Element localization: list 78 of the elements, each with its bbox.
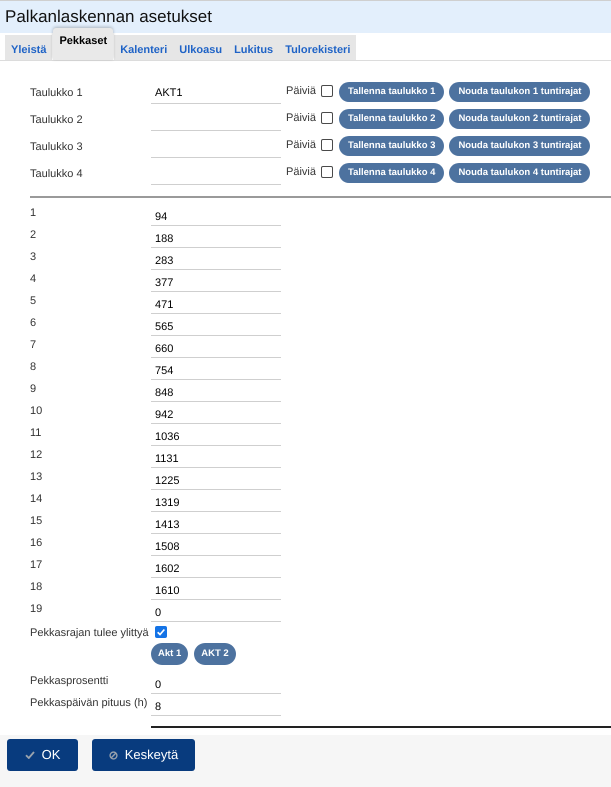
text-field[interactable]: AKT1 — [151, 82, 281, 104]
field-label: 4 — [30, 272, 38, 287]
pill-button[interactable]: AKT 2 — [194, 643, 236, 665]
checkbox-label: Päiviä — [286, 111, 316, 126]
load-button[interactable]: Nouda taulukon 2 tuntirajat — [449, 109, 590, 129]
field-label: 9 — [30, 382, 38, 397]
save-button[interactable]: Tallenna taulukko 3 — [338, 136, 444, 156]
text-field[interactable]: 8 — [151, 694, 281, 716]
text-field[interactable]: 1131 — [151, 446, 281, 468]
field-label: Pekkasprosentti — [30, 674, 110, 689]
field-label: 2 — [30, 228, 38, 243]
text-field[interactable]: 1225 — [151, 468, 281, 490]
checkbox[interactable] — [155, 626, 167, 638]
text-field[interactable]: 1508 — [151, 534, 281, 556]
tab[interactable]: Ulkoasu — [173, 35, 228, 60]
text-field[interactable]: 471 — [151, 292, 281, 314]
text-field[interactable]: 1036 — [151, 424, 281, 446]
field-label: 14 — [30, 492, 44, 507]
text-field[interactable]: 565 — [151, 314, 281, 336]
save-button[interactable]: Tallenna taulukko 1 — [338, 82, 444, 102]
check-icon — [24, 751, 35, 759]
field-label: 18 — [30, 580, 44, 595]
field-label: 7 — [30, 338, 38, 353]
field-label: 8 — [30, 360, 38, 375]
field-label: 13 — [30, 470, 44, 485]
text-field[interactable]: 1413 — [151, 512, 281, 534]
text-field[interactable]: 754 — [151, 358, 281, 380]
checkbox[interactable] — [320, 85, 333, 97]
cancel-button[interactable]: Keskeytä — [92, 739, 195, 771]
load-button[interactable]: Nouda taulukon 1 tuntirajat — [449, 82, 590, 102]
ok-button[interactable]: OK — [7, 739, 78, 771]
pill-button[interactable]: Akt 1 — [151, 643, 188, 665]
checkbox[interactable] — [320, 139, 333, 151]
field-label: Taulukko 1 — [30, 86, 84, 101]
tab[interactable]: Lukitus — [228, 35, 280, 60]
load-button[interactable]: Nouda taulukon 4 tuntirajat — [449, 163, 590, 183]
field-label: Taulukko 4 — [30, 167, 84, 182]
text-field[interactable]: 0 — [151, 672, 281, 694]
save-button[interactable]: Tallenna taulukko 4 — [338, 163, 444, 183]
field-label: Pekkaspäivän pituus (h) — [30, 696, 148, 711]
text-field[interactable]: 1319 — [151, 490, 281, 512]
tab[interactable]: Kalenteri — [114, 35, 174, 60]
window-title: Palkanlaskennan asetukset — [5, 6, 212, 28]
text-field[interactable]: 377 — [151, 270, 281, 292]
text-field[interactable]: 283 — [151, 248, 281, 270]
save-button[interactable]: Tallenna taulukko 2 — [338, 109, 444, 129]
text-field[interactable]: 942 — [151, 402, 281, 424]
field-label: 12 — [30, 448, 44, 463]
text-field[interactable]: 848 — [151, 380, 281, 402]
field-label: 15 — [30, 514, 44, 529]
field-label: 1 — [30, 206, 38, 221]
text-field[interactable]: 188 — [151, 226, 281, 248]
load-button[interactable]: Nouda taulukon 3 tuntirajat — [449, 136, 590, 156]
field-label: 6 — [30, 316, 38, 331]
checkbox[interactable] — [320, 166, 333, 178]
text-field[interactable]: 660 — [151, 336, 281, 358]
field-label: 3 — [30, 250, 38, 265]
text-field[interactable]: 1602 — [151, 556, 281, 578]
text-field[interactable]: 1610 — [151, 578, 281, 600]
text-field[interactable]: 94 — [151, 204, 281, 226]
checkbox-label: Päiviä — [286, 165, 316, 180]
field-label: 10 — [30, 404, 44, 419]
field-label: Taulukko 2 — [30, 113, 84, 128]
field-label: 19 — [30, 602, 44, 617]
field-label: Pekkasrajan tulee ylittyä — [30, 626, 150, 641]
tab[interactable]: Tulorekisteri — [279, 35, 356, 60]
prohibited-icon — [108, 750, 118, 760]
field-label: 11 — [30, 426, 42, 441]
checkbox-label: Päiviä — [286, 138, 316, 153]
field-label: 5 — [30, 294, 38, 309]
text-field[interactable]: 0 — [151, 600, 281, 622]
field-label: 17 — [30, 558, 44, 573]
field-label: 16 — [30, 536, 44, 551]
checkbox[interactable] — [320, 112, 333, 124]
checkbox-label: Päiviä — [286, 84, 316, 99]
tab[interactable]: Yleistä — [5, 35, 52, 60]
field-label: Taulukko 3 — [30, 140, 84, 155]
tab[interactable]: Pekkaset — [53, 28, 114, 60]
